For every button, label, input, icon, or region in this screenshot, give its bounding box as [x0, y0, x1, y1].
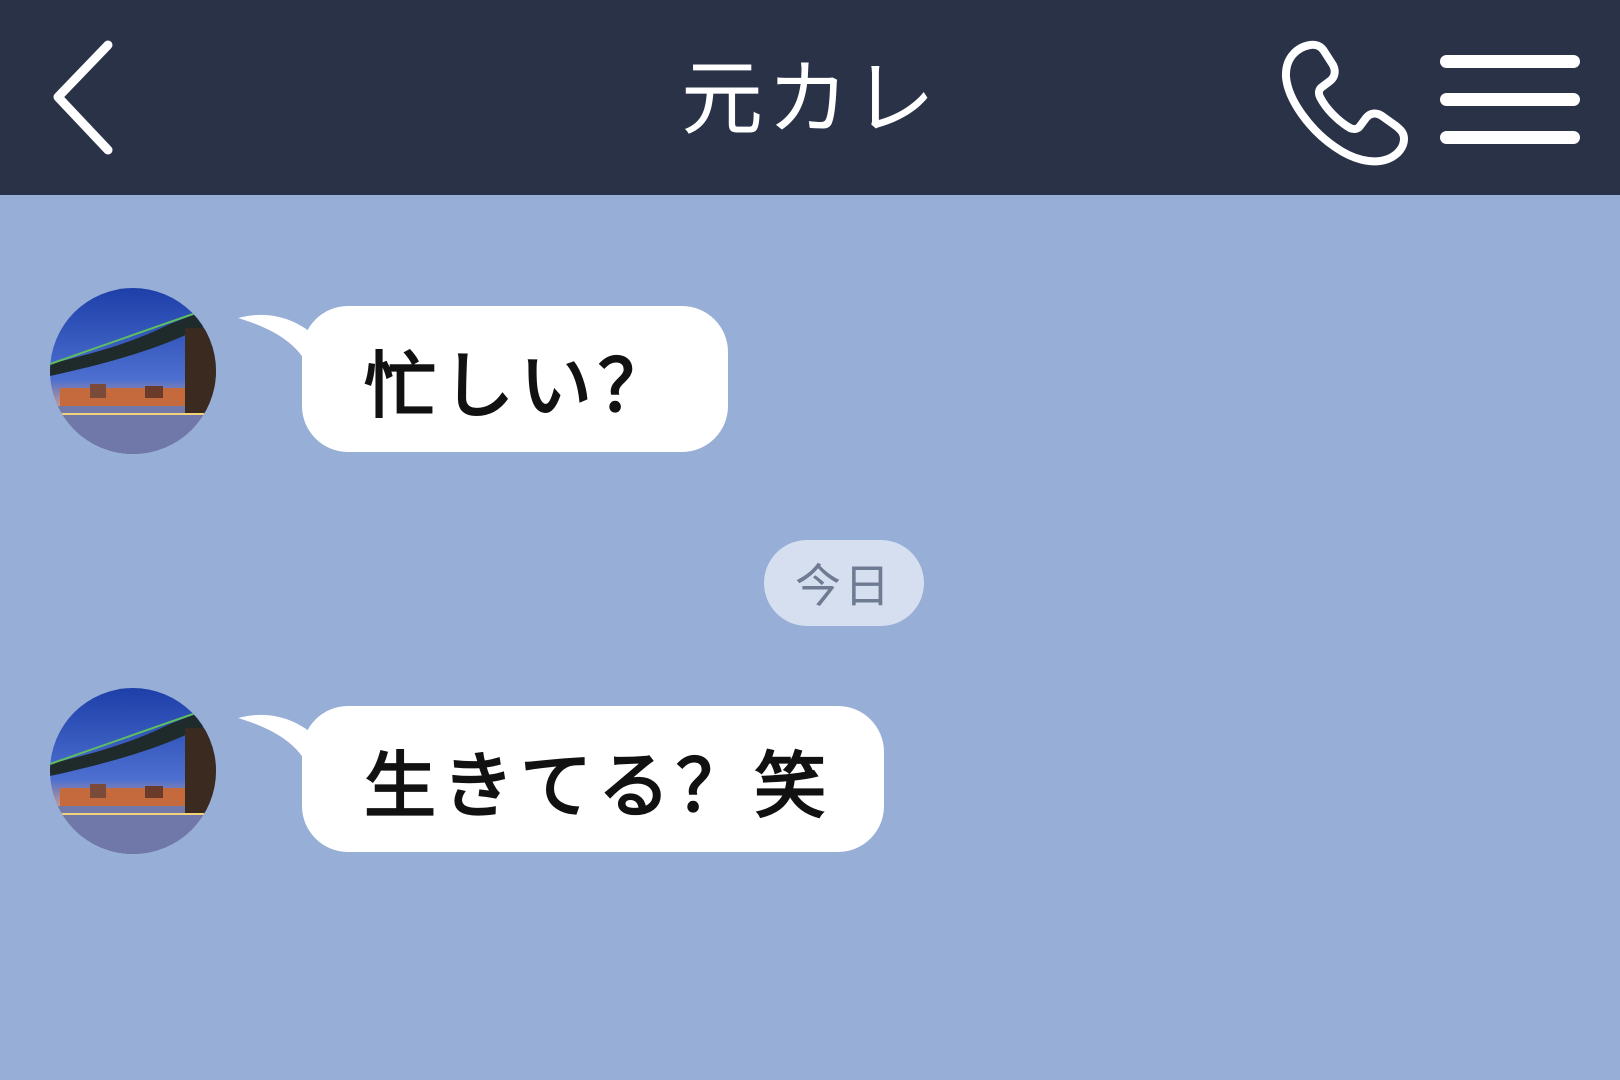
menu-bar-top [1440, 55, 1580, 68]
message-bubble[interactable]: 生きてる？笑 [302, 706, 885, 852]
date-separator: 今日 [764, 540, 924, 626]
menu-button[interactable] [1435, 45, 1585, 155]
message-text: 忙しい？ [364, 343, 677, 428]
message-row: 生きてる？笑 [0, 688, 1620, 858]
chat-header: 元カレ [0, 0, 1620, 195]
call-button[interactable] [1280, 35, 1415, 170]
message-text: 生きてる？笑 [364, 743, 833, 828]
message-row: 忙しい？ [0, 288, 1620, 458]
menu-bar-middle [1440, 93, 1580, 106]
avatar[interactable] [50, 288, 216, 454]
bridge-night-avatar [50, 688, 216, 854]
avatar[interactable] [50, 688, 216, 854]
bridge-night-avatar [50, 288, 216, 454]
menu-bar-bottom [1440, 131, 1580, 144]
phone-icon [1281, 40, 1408, 166]
chat-screen: 元カレ 忙しい？ 今日 生きてる？笑 [0, 0, 1620, 1080]
message-bubble[interactable]: 忙しい？ [302, 306, 729, 452]
